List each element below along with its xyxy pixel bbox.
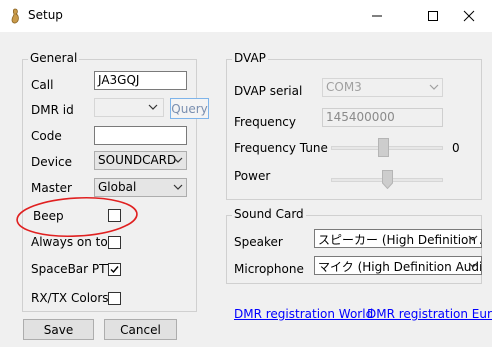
speaker-label: Speaker (234, 235, 283, 249)
frequency-input[interactable]: 145400000 (322, 108, 443, 127)
code-label: Code (31, 129, 62, 143)
setup-window: Setup General Call JA3GQJ DMR id Query C… (0, 0, 492, 347)
maximize-icon (428, 11, 438, 21)
power-slider-thumb[interactable] (382, 170, 393, 189)
device-combo[interactable]: SOUNDCARD (94, 151, 187, 170)
cancel-button[interactable]: Cancel (104, 319, 177, 340)
chevron-down-icon (173, 184, 183, 190)
frequency-tune-label: Frequency Tune (234, 141, 328, 155)
close-button[interactable] (446, 0, 492, 32)
code-input[interactable] (94, 126, 187, 145)
title-bar: Setup (0, 0, 492, 32)
sound-card-legend: Sound Card (232, 207, 306, 221)
dmr-registration-europe-clip: DMR registration Europe (367, 307, 492, 321)
call-label: Call (31, 78, 54, 92)
speaker-combo[interactable]: スピーカー (High Definition A (314, 229, 482, 248)
power-label: Power (234, 169, 271, 183)
microphone-value: マイク (High Definition Audio (318, 260, 482, 274)
call-input[interactable]: JA3GQJ (94, 71, 187, 90)
dmr-registration-world-link[interactable]: DMR registration World (234, 307, 373, 321)
minimize-icon (372, 15, 382, 17)
dvap-serial-label: DVAP serial (234, 84, 303, 98)
spacebar-ptt-label: SpaceBar PTT (31, 262, 114, 276)
general-legend: General (28, 51, 80, 65)
frequency-label: Frequency (234, 115, 296, 129)
device-value: SOUNDCARD (98, 153, 177, 167)
chevron-down-icon (173, 157, 183, 163)
save-button[interactable]: Save (23, 319, 94, 340)
minimize-button[interactable] (354, 0, 400, 32)
chevron-down-icon (468, 262, 478, 268)
device-label: Device (31, 155, 73, 169)
speaker-value: スピーカー (High Definition A (318, 233, 482, 247)
microphone-label: Microphone (234, 262, 304, 276)
chevron-down-icon (148, 104, 158, 110)
dmr-id-label: DMR id (31, 103, 74, 117)
microphone-combo[interactable]: マイク (High Definition Audio (314, 256, 482, 275)
dmr-registration-europe-link[interactable]: DMR registration Europe (367, 307, 492, 321)
app-icon (11, 8, 19, 24)
frequency-tune-slider-thumb[interactable] (378, 138, 389, 157)
rxtx-colors-label: RX/TX Colors (31, 291, 109, 305)
annotation-ellipse (16, 196, 138, 238)
spacebar-ptt-checkbox[interactable] (108, 263, 121, 276)
rxtx-colors-checkbox[interactable] (108, 292, 121, 305)
query-button[interactable]: Query (170, 98, 209, 119)
dvap-legend: DVAP (232, 51, 268, 65)
dvap-serial-combo[interactable]: COM3 (322, 78, 443, 97)
chevron-down-icon (429, 84, 439, 90)
master-label: Master (31, 181, 72, 195)
master-value: Global (98, 180, 137, 194)
window-title: Setup (28, 8, 63, 22)
dvap-serial-value: COM3 (326, 80, 362, 94)
chevron-down-icon (468, 235, 478, 241)
frequency-tune-value: 0 (452, 141, 460, 155)
master-combo[interactable]: Global (94, 178, 187, 197)
checkmark-icon (110, 266, 119, 274)
close-icon (463, 10, 475, 22)
